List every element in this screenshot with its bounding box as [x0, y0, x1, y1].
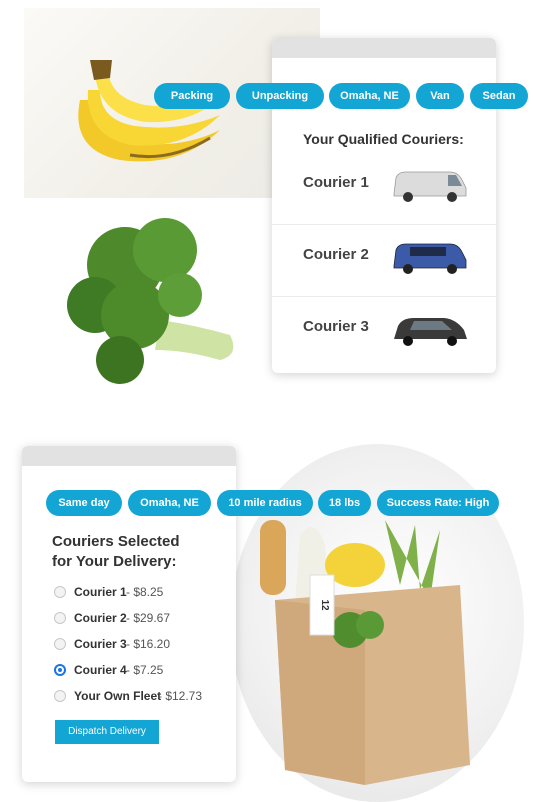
- option-price: - $12.73: [158, 689, 203, 703]
- tag-same-day[interactable]: Same day: [46, 490, 122, 516]
- white-van-image: [393, 171, 467, 202]
- option-price: - $29.67: [126, 611, 171, 625]
- broccoli-image: [67, 218, 234, 384]
- courier-option-2[interactable]: Courier 2 - $29.67: [54, 611, 224, 629]
- title-line-2: for Your Delivery:: [52, 553, 177, 570]
- banana-image: [78, 60, 220, 162]
- tag-van[interactable]: Van: [416, 83, 464, 109]
- courier-option-3[interactable]: Courier 3 - $16.20: [54, 637, 224, 655]
- radio-button-selected[interactable]: [54, 664, 66, 676]
- tag-unpacking[interactable]: Unpacking: [236, 83, 324, 109]
- radio-button[interactable]: [54, 690, 66, 702]
- option-name: Courier 2: [74, 611, 127, 625]
- bag-item-label: 12: [319, 599, 330, 611]
- dispatch-delivery-button[interactable]: Dispatch Delivery: [55, 720, 159, 744]
- radio-button[interactable]: [54, 638, 66, 650]
- option-name: Your Own Fleet: [74, 689, 162, 703]
- tag-location[interactable]: Omaha, NE: [329, 83, 410, 109]
- courier-row-2[interactable]: Courier 2: [272, 224, 496, 297]
- option-price: - $16.20: [126, 637, 171, 651]
- grocery-bag-image: 12: [260, 520, 470, 785]
- tag-location[interactable]: Omaha, NE: [128, 490, 211, 516]
- courier-option-1[interactable]: Courier 1 - $8.25: [54, 585, 224, 603]
- courier-name: Courier 3: [303, 318, 369, 335]
- courier-row-1[interactable]: Courier 1: [272, 152, 496, 225]
- courier-name: Courier 1: [303, 174, 369, 191]
- tag-success-rate[interactable]: Success Rate: High: [377, 490, 499, 516]
- option-name: Courier 4: [74, 663, 127, 677]
- tag-weight[interactable]: 18 lbs: [318, 490, 371, 516]
- card-header-bar: [272, 38, 496, 58]
- selected-couriers-title: Couriers Selected for Your Delivery:: [52, 532, 180, 572]
- option-name: Courier 3: [74, 637, 127, 651]
- radio-button[interactable]: [54, 612, 66, 624]
- option-price: - $8.25: [126, 585, 164, 599]
- option-name: Courier 1: [74, 585, 127, 599]
- option-price: - $7.25: [126, 663, 164, 677]
- courier-option-4[interactable]: Courier 4 - $7.25: [54, 663, 224, 681]
- courier-name: Courier 2: [303, 246, 369, 263]
- courier-option-own-fleet[interactable]: Your Own Fleet - $12.73: [54, 689, 224, 707]
- courier-row-3[interactable]: Courier 3: [272, 296, 496, 368]
- black-minivan-image: [394, 318, 467, 346]
- radio-button[interactable]: [54, 586, 66, 598]
- tag-sedan[interactable]: Sedan: [470, 83, 528, 109]
- blue-van-image: [393, 243, 467, 274]
- tag-radius[interactable]: 10 mile radius: [217, 490, 313, 516]
- card-header-bar: [22, 446, 236, 466]
- qualified-couriers-title: Your Qualified Couriers:: [303, 131, 464, 147]
- tag-packing[interactable]: Packing: [154, 83, 230, 109]
- title-line-1: Couriers Selected: [52, 533, 180, 550]
